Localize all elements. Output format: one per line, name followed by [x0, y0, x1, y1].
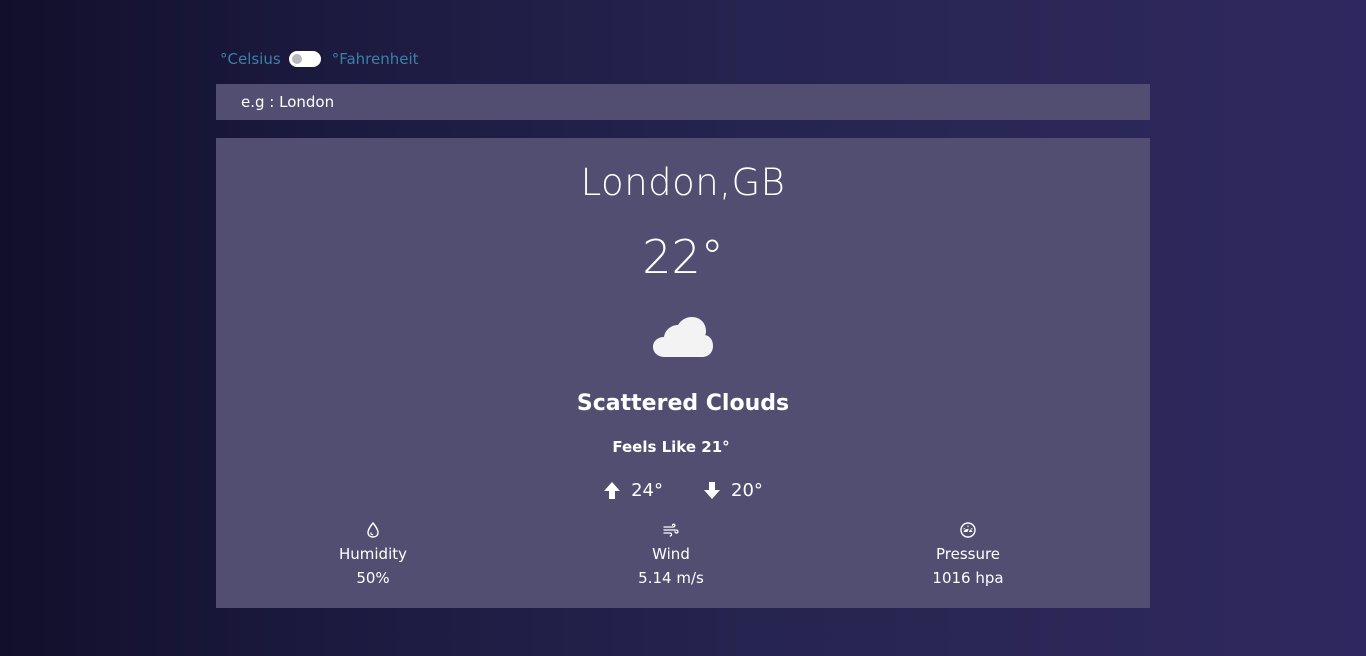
wind-value: 5.14 m/s — [638, 569, 704, 587]
unit-switch[interactable] — [288, 51, 321, 67]
min-temp-value: 20° — [731, 480, 763, 501]
pressure-stat: Pressure 1016 hpa — [888, 521, 1048, 588]
city-name: London,GB — [580, 161, 786, 204]
humidity-stat: Humidity 50% — [293, 521, 453, 588]
city-search-input[interactable] — [216, 84, 1150, 120]
current-temperature: 22° — [642, 230, 724, 284]
unit-toggle: °Celsius °Fahrenheit — [220, 49, 419, 69]
cloud-icon — [216, 316, 1150, 358]
weather-card: London,GB 22° Scattered Clouds Feels Lik… — [216, 138, 1150, 608]
gauge-icon — [960, 522, 976, 538]
celsius-label[interactable]: °Celsius — [220, 50, 281, 68]
pressure-label: Pressure — [935, 545, 1001, 563]
wind-icon — [663, 523, 679, 537]
min-max-temps: 24° 20° — [216, 480, 1150, 501]
wind-label: Wind — [652, 545, 690, 563]
droplet-icon — [367, 522, 379, 538]
arrow-down-icon — [704, 482, 720, 499]
max-temp-value: 24° — [631, 480, 663, 501]
feels-like: Feels Like 21° — [612, 438, 730, 456]
humidity-label: Humidity — [338, 545, 407, 563]
fahrenheit-label[interactable]: °Fahrenheit — [332, 50, 419, 68]
wind-stat: Wind 5.14 m/s — [591, 521, 751, 588]
unit-switch-knob — [291, 54, 302, 64]
pressure-value: 1016 hpa — [932, 569, 1004, 587]
min-temp: 20° — [703, 480, 763, 501]
humidity-value: 50% — [356, 569, 390, 587]
search-bar — [216, 84, 1150, 120]
arrow-up-icon — [604, 482, 621, 499]
weather-description: Scattered Clouds — [576, 391, 790, 416]
max-temp: 24° — [603, 480, 663, 501]
